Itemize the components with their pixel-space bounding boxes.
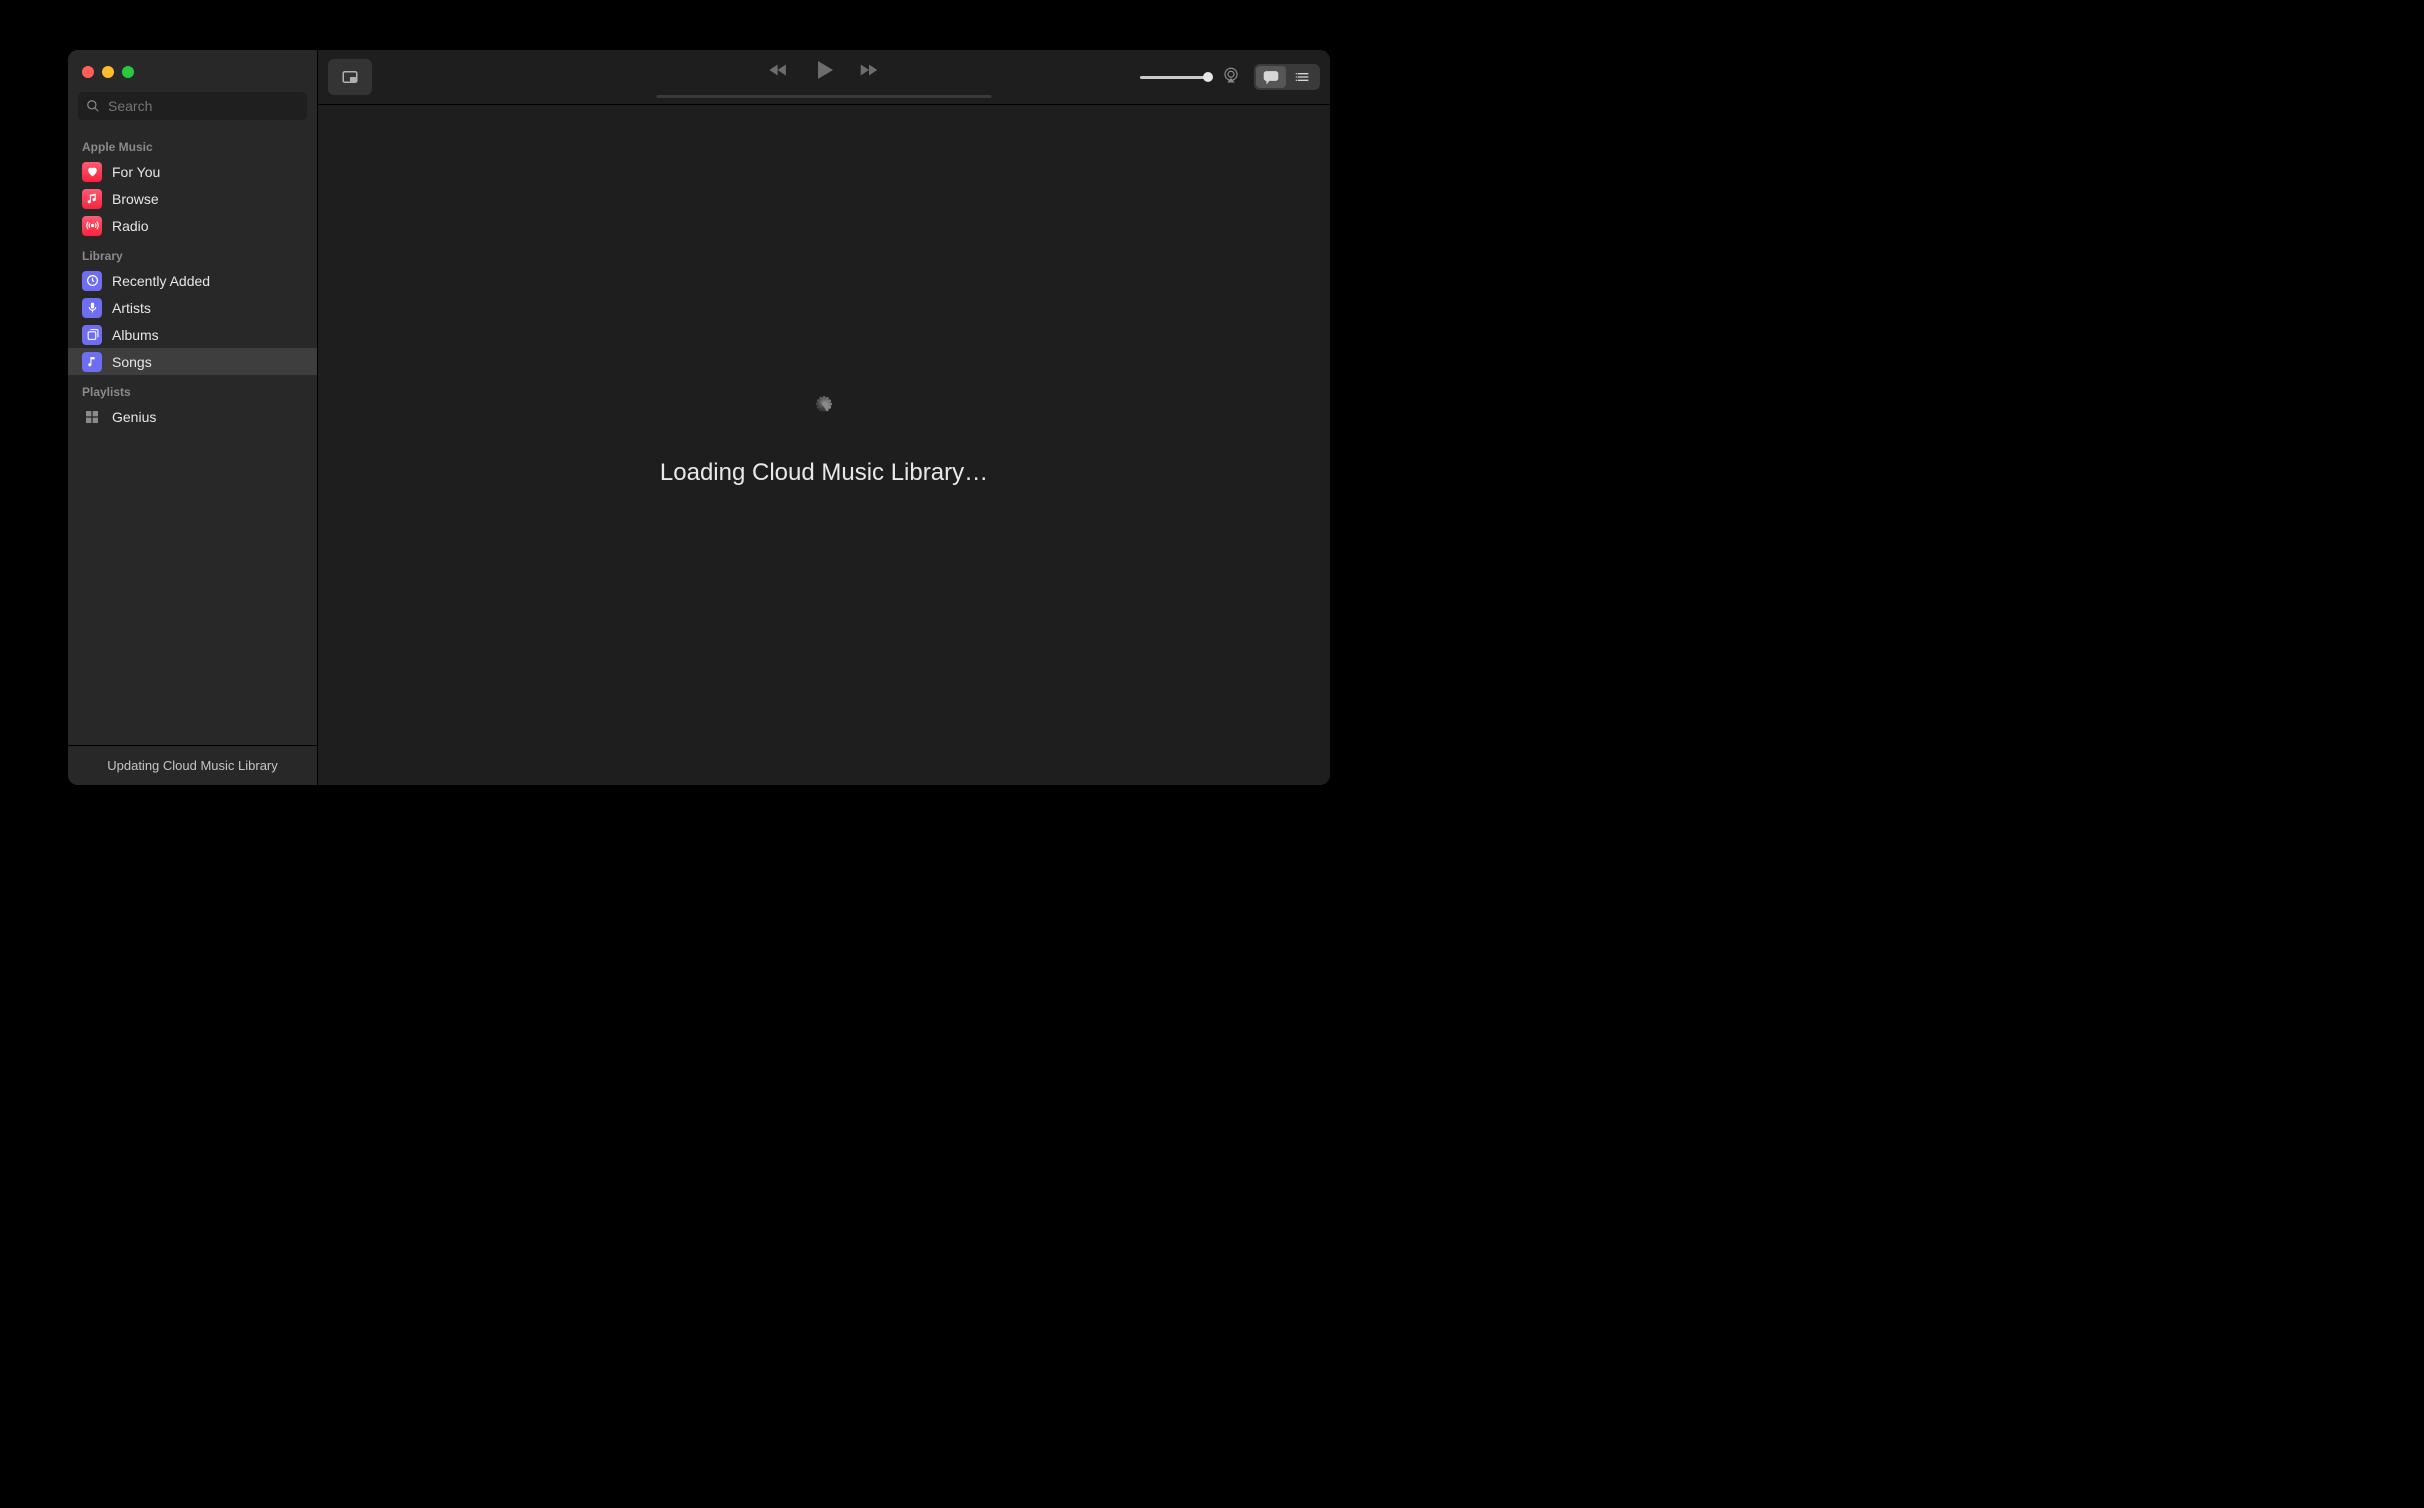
sidebar-item-label: Radio bbox=[112, 218, 149, 234]
toolbar: " bbox=[318, 50, 1330, 105]
sidebar-item-albums[interactable]: Albums bbox=[68, 321, 317, 348]
heart-icon bbox=[82, 162, 102, 182]
microphone-icon bbox=[82, 298, 102, 318]
radio-icon bbox=[82, 216, 102, 236]
sidebar-item-label: For You bbox=[112, 164, 160, 180]
mini-player-button[interactable] bbox=[328, 59, 372, 95]
song-note-icon bbox=[82, 352, 102, 372]
sidebar-item-label: Artists bbox=[112, 300, 151, 316]
sidebar-status-text: Updating Cloud Music Library bbox=[68, 745, 317, 785]
previous-track-button[interactable] bbox=[768, 62, 790, 83]
sidebar-item-radio[interactable]: Radio bbox=[68, 212, 317, 239]
scrub-bar[interactable] bbox=[657, 95, 992, 98]
music-note-icon bbox=[82, 189, 102, 209]
loading-text: Loading Cloud Music Library… bbox=[660, 459, 988, 487]
sidebar-item-label: Genius bbox=[112, 409, 156, 425]
play-button[interactable] bbox=[812, 58, 836, 87]
content-area: Loading Cloud Music Library… bbox=[318, 105, 1330, 785]
play-icon bbox=[812, 58, 836, 82]
main-area: " bbox=[318, 50, 1330, 785]
svg-text:": " bbox=[1270, 74, 1272, 80]
sidebar-item-recently-added[interactable]: Recently Added bbox=[68, 267, 317, 294]
genius-grid-icon bbox=[82, 407, 102, 427]
airplay-icon bbox=[1222, 66, 1240, 84]
section-header-library: Library bbox=[68, 239, 317, 267]
sidebar-item-browse[interactable]: Browse bbox=[68, 185, 317, 212]
view-mode-toggle: " bbox=[1254, 64, 1320, 90]
section-header-apple-music: Apple Music bbox=[68, 130, 317, 158]
sidebar-item-genius[interactable]: Genius bbox=[68, 403, 317, 430]
queue-view-button[interactable] bbox=[1288, 66, 1318, 88]
airplay-button[interactable] bbox=[1222, 66, 1240, 89]
fullscreen-window-button[interactable] bbox=[122, 66, 134, 78]
music-app-window: Apple Music For You Browse Radio Library bbox=[68, 50, 1330, 785]
sidebar-item-artists[interactable]: Artists bbox=[68, 294, 317, 321]
sidebar-item-label: Recently Added bbox=[112, 273, 210, 289]
minimize-window-button[interactable] bbox=[102, 66, 114, 78]
section-header-playlists: Playlists bbox=[68, 375, 317, 403]
search-input[interactable] bbox=[78, 92, 307, 120]
search-icon bbox=[86, 99, 100, 113]
list-icon bbox=[1295, 70, 1311, 84]
sidebar-item-for-you[interactable]: For You bbox=[68, 158, 317, 185]
playback-controls bbox=[768, 58, 880, 87]
next-track-button[interactable] bbox=[858, 62, 880, 83]
sidebar-item-label: Browse bbox=[112, 191, 159, 207]
sidebar-item-songs[interactable]: Songs bbox=[68, 348, 317, 375]
speech-bubble-icon: " bbox=[1263, 70, 1279, 84]
sidebar-item-label: Albums bbox=[112, 327, 159, 343]
fast-forward-icon bbox=[858, 62, 880, 78]
lyrics-view-button[interactable]: " bbox=[1256, 66, 1286, 88]
clock-icon bbox=[82, 271, 102, 291]
sidebar: Apple Music For You Browse Radio Library bbox=[68, 50, 318, 785]
volume-slider[interactable] bbox=[1140, 76, 1208, 79]
pip-icon bbox=[341, 68, 359, 86]
rewind-icon bbox=[768, 62, 790, 78]
window-controls bbox=[68, 50, 317, 88]
loading-spinner-icon bbox=[808, 403, 840, 435]
sidebar-item-label: Songs bbox=[112, 354, 152, 370]
albums-icon bbox=[82, 325, 102, 345]
close-window-button[interactable] bbox=[82, 66, 94, 78]
